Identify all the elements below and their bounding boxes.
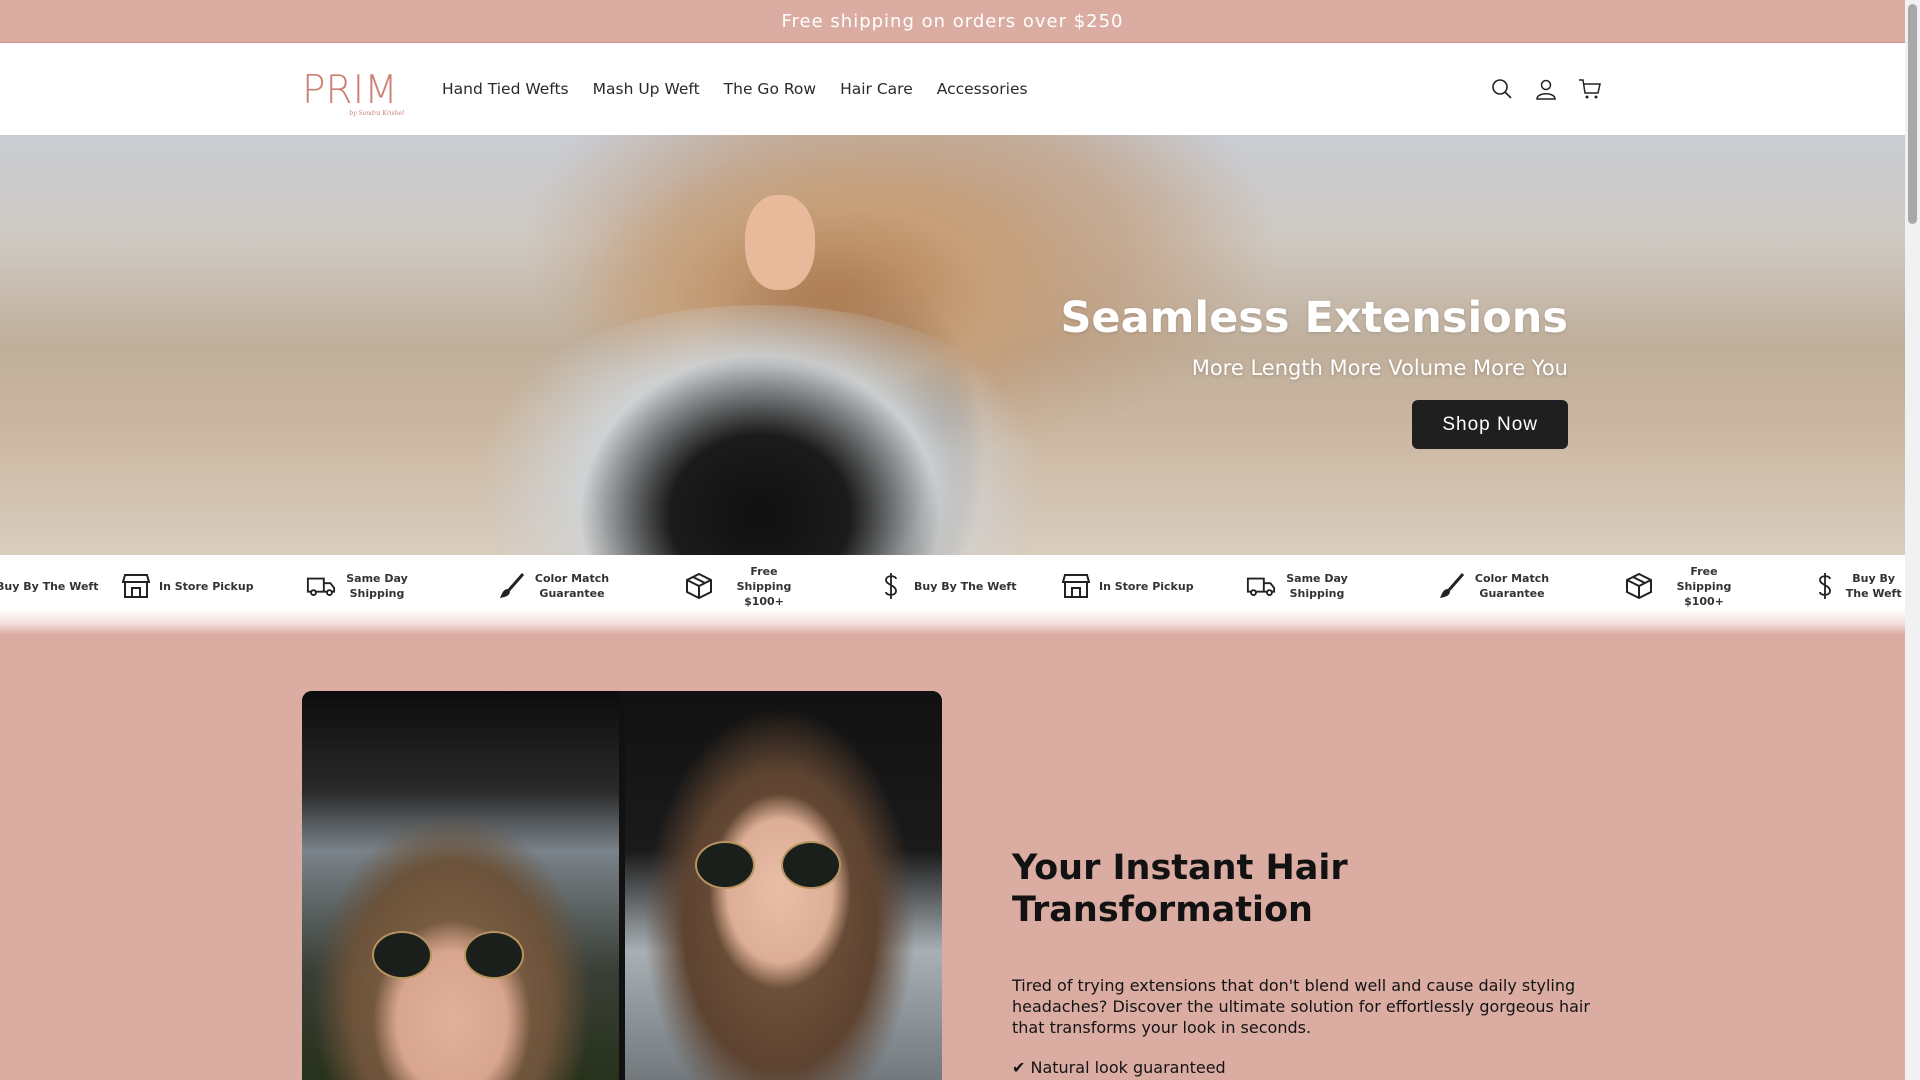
logo-text: PRIM <box>302 68 398 113</box>
search-icon[interactable] <box>1480 67 1524 111</box>
transformation-section: Your Instant Hair Transformation Tired o… <box>0 635 1905 1080</box>
hero-title: Seamless Extensions <box>1060 293 1568 343</box>
logo-subtext: by Sandra Krishel <box>349 110 404 117</box>
marquee-item: Color Match Guarantee <box>496 569 610 603</box>
main-nav: Hand Tied Wefts Mash Up Weft The Go Row … <box>430 43 1040 135</box>
store-icon <box>1061 571 1091 601</box>
marquee-item: Buy By The Weft <box>1816 569 1905 603</box>
brush-icon <box>496 571 526 601</box>
marquee-item: Color Match Guarantee <box>1436 569 1550 603</box>
dollar-icon <box>876 571 906 601</box>
hero-content: Seamless Extensions More Length More Vol… <box>1060 293 1568 450</box>
feature-title: Your Instant Hair Transformation <box>1012 848 1348 930</box>
announcement-text: Free shipping on orders over $250 <box>781 10 1124 32</box>
marquee-item: Same Day Shipping <box>306 569 410 603</box>
photo-right <box>625 691 942 1080</box>
sunglasses <box>372 931 532 981</box>
sunglasses <box>695 841 855 891</box>
nav-hand-tied-wefts[interactable]: Hand Tied Wefts <box>430 72 581 106</box>
scrollbar-thumb[interactable] <box>1908 4 1917 224</box>
before-after-image <box>302 691 942 1080</box>
marquee-item: In Store Pickup <box>1061 569 1194 603</box>
shop-now-button[interactable]: Shop Now <box>1412 400 1568 450</box>
feature-copy: Your Instant Hair Transformation Tired o… <box>1012 847 1592 1077</box>
feature-body: Tired of trying extensions that don't bl… <box>1012 976 1590 1037</box>
logo[interactable]: PRIM by Sandra Krishel <box>302 68 404 117</box>
account-icon[interactable] <box>1524 67 1568 111</box>
brush-icon <box>1436 571 1466 601</box>
header-icons <box>1480 43 1612 135</box>
box-icon <box>684 571 714 601</box>
nav-the-go-row[interactable]: The Go Row <box>712 72 828 106</box>
store-icon <box>121 571 151 601</box>
cart-icon[interactable] <box>1568 67 1612 111</box>
hero-subtitle: More Length More Volume More You <box>1191 356 1568 381</box>
hero-banner: Seamless Extensions More Length More Vol… <box>0 135 1905 555</box>
page-scrollbar[interactable] <box>1905 0 1920 1080</box>
truck-icon <box>306 571 336 601</box>
marquee-item: In Store Pickup <box>121 569 254 603</box>
site-header: PRIM by Sandra Krishel Hand Tied Wefts M… <box>0 43 1905 135</box>
nav-accessories[interactable]: Accessories <box>925 72 1040 106</box>
nav-mash-up-weft[interactable]: Mash Up Weft <box>581 72 712 106</box>
feature-bullet: ✔ Natural look guaranteed <box>1012 1058 1226 1077</box>
announcement-bar: Free shipping on orders over $250 <box>0 0 1905 43</box>
marquee-item: Buy By The Weft <box>876 569 1016 603</box>
marquee-item: Same Day Shipping <box>1246 569 1350 603</box>
marquee-item: Free Shipping $100+ <box>684 565 806 608</box>
marquee-item: Buy By The Weft <box>0 579 99 593</box>
marquee-item: Free Shipping $100+ <box>1624 565 1746 608</box>
truck-icon <box>1246 571 1276 601</box>
features-marquee: Buy By The Weft In Store Pickup Same Day… <box>0 555 1905 635</box>
nav-hair-care[interactable]: Hair Care <box>828 72 925 106</box>
dollar-icon <box>1816 571 1834 601</box>
photo-left <box>302 691 619 1080</box>
box-icon <box>1624 571 1654 601</box>
